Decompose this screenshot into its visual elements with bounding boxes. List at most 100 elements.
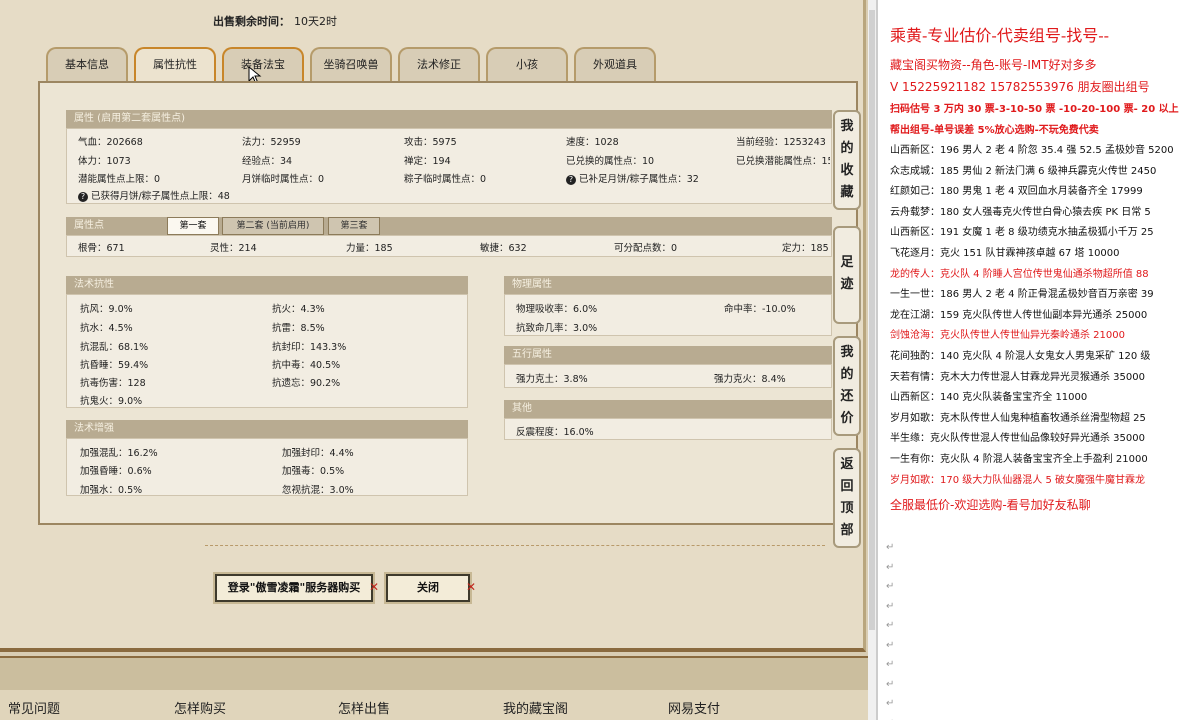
resist-right-1: 抗火：4.3% [272,304,325,315]
point-spirit: 灵性：214 [210,243,257,254]
nav-my-treasure[interactable]: 我的藏宝阁 [503,698,568,717]
ad-line-5: 帮出组号-单号误差 5%放心选购-不玩免费代卖 [890,125,1099,136]
ad-listing-item: 龙在江湖：159 克火队传世人传世仙副本异光通杀 25000 [890,309,1148,321]
attr-zongzi-temp: 粽子临时属性点：0 [404,174,487,185]
tab-spell-correction[interactable]: 法术修正 [398,47,480,81]
ad-listing-item: 花间独酌：140 克火队 4 阶混人女鬼女人男鬼采矿 120 级 [890,351,1151,362]
close-icon: ✕ [466,580,477,594]
ad-listing-item: 剑蚀沧海：克火队传世人传世仙异光秦岭通杀 21000 [890,330,1125,342]
enhance-right-1: 加强封印：4.4% [282,448,354,459]
favorites-button[interactable]: 我的收藏 [833,110,861,210]
tab-attributes-resistance[interactable]: 属性抗性 [134,47,216,81]
resist-left-2: 抗水：4.5% [80,323,133,334]
ad-footer: 全服最低价-欢迎选购-看号加好友私聊 [890,498,1091,512]
back-to-top-button[interactable]: 返回顶部 [833,448,861,548]
attr-obtained-limit: ? 已获得月饼/粽子属性点上限：48 [78,188,230,202]
return-mark: ↵ [886,600,895,612]
point-available: 可分配点数：0 [614,243,678,254]
attr-potential-limit: 潜能属性点上限：0 [78,174,161,185]
attr-exchanged-potential: 已兑换潜能属性点：15 [736,156,830,167]
ad-listing-item: 山西新区：140 克火队装备宝宝齐全 11000 [890,392,1088,404]
enhance-left-2: 加强昏睡：0.6% [80,466,152,477]
other-header: 其他 [504,400,832,418]
ad-listing-item: 众志成城：185 男仙 2 新法门满 6 级神兵霹克火传世 2450 [890,165,1157,177]
attr-attack: 攻击：5975 [404,137,457,148]
tab-equipment-treasure[interactable]: 装备法宝 [222,47,304,81]
tab-appearance-items[interactable]: 外观道具 [574,47,656,81]
resist-right-2: 抗雷：8.5% [272,323,325,334]
return-mark: ↵ [886,698,895,709]
attr-stamina: 体力：1073 [78,156,131,167]
ad-listing-item: 山西新区：191 女魔 1 老 8 级功绩克水抽孟极狐小千万 25 [890,227,1154,239]
other-counter: 反震程度：16.0% [516,427,594,438]
ad-listing-item: 飞花逐月：克火 151 队甘霖神孩卓越 67 塔 10000 [890,248,1120,259]
resist-header: 法术抗性 [66,276,468,294]
attr-mp: 法力：52959 [242,137,301,148]
tab-mount-summon[interactable]: 坐骑召唤兽 [310,47,392,81]
help-icon[interactable]: ? [78,192,88,202]
subtab-set-1[interactable]: 第一套 [167,217,219,235]
point-strength: 力量：185 [346,243,393,254]
return-mark: ↵ [886,561,895,573]
resist-left-6: 抗鬼火：9.0% [80,396,143,407]
close-icon: ✕ [369,580,380,594]
ad-line-2: 藏宝阁买物资--角色-账号-IMT好对多多 [890,58,1097,72]
nav-how-to-buy[interactable]: 怎样购买 [174,698,226,717]
footer-nav [0,690,870,720]
attr-exp-points: 经验点：34 [242,156,293,167]
nav-netease-pay[interactable]: 网易支付 [668,698,720,717]
ad-listing-item: 山西新区：196 男人 2 老 4 阶忽 35.4 强 52.5 孟极妙音 52… [890,145,1174,156]
ad-title: 乘黄-专业估价-代卖组号-找号-- [890,26,1110,45]
resist-left-3: 抗混乱：68.1% [80,342,149,353]
resist-right-5: 抗遗忘：90.2% [272,378,341,389]
attr-filled-points: ? 已补足月饼/粽子属性点：32 [566,171,699,185]
ad-listing-item: 岁月如歌：170 级大力队仙器混人 5 破女魔强牛魔甘霖龙 [890,474,1145,486]
resist-right-3: 抗封印：143.3% [272,342,347,353]
login-buy-button[interactable]: 登录"傲雪凌霜"服务器购买 [215,574,373,602]
return-mark: ↵ [886,659,895,670]
sell-remaining-time: 出售剩余时间： 10天2时 [213,15,337,28]
enhance-right-3: 忽视抗混：3.0% [282,485,354,496]
footer-strip [0,656,870,690]
point-constitution: 根骨：671 [78,243,125,254]
enhance-left-1: 加强混乱：16.2% [80,448,158,459]
wuxing-fire: 强力克火：8.4% [714,374,786,385]
scrollbar-thumb[interactable] [869,10,875,630]
return-mark: ↵ [886,678,895,690]
ad-listing-item: 一生有你：克火队 4 阶混人装备宝宝齐全上手盈利 21000 [890,454,1148,465]
ad-listing-item: 龙的传人：克火队 4 阶睡人宫位传世鬼仙通杀物超所值 88 [890,268,1149,280]
help-icon[interactable]: ? [566,175,576,185]
tab-basic-info[interactable]: 基本信息 [46,47,128,81]
resist-left-1: 抗风：9.0% [80,304,133,315]
nav-how-to-sell[interactable]: 怎样出售 [338,698,390,717]
physical-header: 物理属性 [504,276,832,294]
enhance-right-2: 加强毒：0.5% [282,466,345,477]
subtab-set-2[interactable]: 第二套 (当前启用) [222,217,324,235]
attr-meditation: 禅定：194 [404,156,451,167]
nav-faq[interactable]: 常见问题 [8,698,60,717]
tab-child[interactable]: 小孩 [486,47,568,81]
point-agility: 敏捷：632 [480,243,527,254]
trade-page: 出售剩余时间： 10天2时 基本信息 属性抗性 装备法宝 坐骑召唤兽 法术修正 小… [0,0,870,720]
resist-right-4: 抗中毒：40.5% [272,360,341,371]
return-mark: ↵ [886,542,895,553]
subtab-set-3[interactable]: 第三套 [328,217,380,235]
resist-left-5: 抗毒伤害：128 [80,378,146,389]
phys-anti-crit: 抗致命几率：3.0% [516,323,598,334]
ad-line-3: V 15225921182 15782553976 朋友圈出组号 [890,80,1150,94]
resist-left-4: 抗昏睡：59.4% [80,360,149,371]
wuxing-earth: 强力克土：3.8% [516,374,588,385]
close-button[interactable]: 关闭 [386,574,470,602]
return-mark: ↵ [886,620,895,631]
phys-absorb: 物理吸收率：6.0% [516,304,598,315]
footprint-button[interactable]: 足迹 [833,226,861,324]
enhance-left-3: 加强水：0.5% [80,485,143,496]
return-mark: ↵ [886,581,895,592]
my-counteroffer-button[interactable]: 我的还价 [833,336,861,436]
ad-listing-item: 岁月如歌：克木队传世人仙鬼种植畜牧通杀丝滑型物超 25 [890,412,1146,424]
ad-document: 乘黄-专业估价-代卖组号-找号-- 藏宝阁买物资--角色-账号-IMT好对多多 … [876,0,1188,720]
point-endurance: 定力：185 [782,243,829,254]
wuxing-header: 五行属性 [504,346,832,364]
ad-listing-item: 一生一世：186 男人 2 老 4 阶正骨混孟极妙音百万亲密 39 [890,289,1154,301]
return-mark: ↵ [886,639,895,651]
